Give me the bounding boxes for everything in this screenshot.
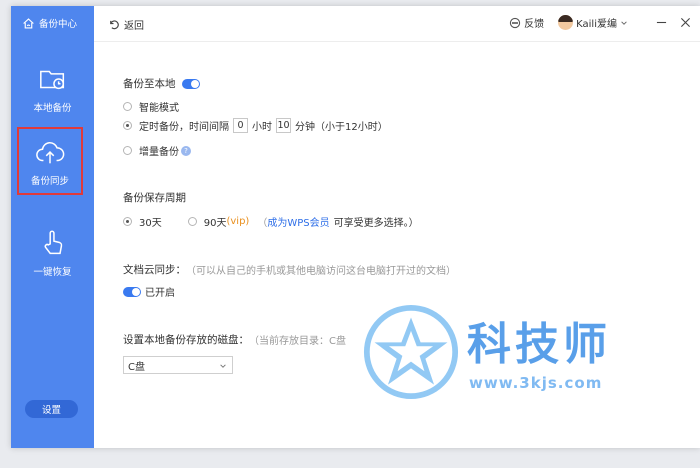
hours-input[interactable]: 0 (233, 118, 248, 133)
retention-30-label: 30天 (139, 218, 162, 229)
cloud-sync-toggle[interactable] (123, 286, 141, 297)
avatar (558, 15, 574, 30)
back-label: 返回 (124, 21, 144, 32)
sidebar-item-label: 备份同步 (30, 175, 69, 187)
sidebar: 备份中心 本地备份 备份同步 一键恢复 设置 (11, 6, 94, 448)
local-backup-title: 备份至本地 (123, 78, 176, 90)
cloud-sync-title: 文档云同步： (123, 264, 186, 276)
watermark-url: www.3kjs.com (469, 374, 603, 392)
incremental-backup-label: 增量备份 (139, 147, 179, 158)
minutes-unit: 分钟（小于12小时） (295, 122, 388, 133)
option-incremental-backup[interactable]: 增量备份 ? (123, 143, 191, 158)
cloud-sync-status: 已开启 (145, 288, 175, 299)
cloud-sync-hint: （可以从自己的手机或其他电脑访问这台电脑打开过的文档） (186, 266, 456, 277)
home-cloud-icon (23, 17, 34, 29)
smart-mode-radio[interactable] (123, 102, 132, 111)
chevron-down-icon (621, 20, 627, 25)
smart-mode-label: 智能模式 (139, 103, 179, 114)
feedback-button[interactable]: 反馈 (509, 15, 544, 30)
become-member-link[interactable]: 成为WPS会员 (267, 214, 329, 229)
retention-90-label: 90天 (203, 218, 227, 229)
folder-clock-icon (39, 70, 64, 90)
close-button[interactable] (678, 16, 692, 30)
hand-pointer-icon (44, 230, 62, 255)
local-backup-toggle[interactable] (181, 78, 200, 89)
sidebar-item-label: 一键恢复 (33, 267, 72, 278)
backup-center-window: 备份中心 本地备份 备份同步 一键恢复 设置 返回 反馈 Kaili爱编 备份至… (11, 6, 700, 448)
watermark-text: 科技师 (467, 319, 611, 370)
option-timed-backup[interactable]: 定时备份，时间间隔 0 小时 10 分钟（小于12小时） (123, 118, 388, 133)
disk-hint: （当前存放目录：C盘 (249, 336, 346, 347)
sidebar-item-local-backup[interactable]: 本地备份 (11, 64, 94, 114)
disk-select[interactable]: C盘 (123, 356, 233, 374)
top-bar: 返回 反馈 Kaili爱编 (94, 6, 700, 42)
timed-backup-label: 定时备份，时间间隔 (139, 122, 229, 133)
brand: 备份中心 (22, 16, 77, 30)
minutes-input[interactable]: 10 (276, 118, 291, 133)
vip-tag: (vip) (226, 216, 250, 227)
back-arrow-icon (110, 20, 119, 30)
retention-hint-open: （ (257, 218, 268, 229)
brand-title: 备份中心 (39, 19, 78, 30)
hours-unit: 小时 (252, 122, 272, 133)
retention-30-radio[interactable] (123, 217, 132, 226)
cloud-sync-header: 文档云同步： （可以从自己的手机或其他电脑访问这台电脑打开过的文档） (123, 262, 456, 277)
feedback-label: 反馈 (524, 19, 545, 30)
sidebar-item-backup-sync[interactable]: 备份同步 (17, 127, 83, 195)
retention-hint-rest: 可享受更多选择。） (333, 218, 419, 229)
minimize-button[interactable] (654, 16, 668, 30)
retention-90-radio[interactable] (187, 217, 197, 226)
retention-title: 备份保存周期 (123, 192, 186, 204)
disk-header: 设置本地备份存放的磁盘： （当前存放目录：C盘 (123, 332, 346, 347)
sidebar-item-one-click-restore[interactable]: 一键恢复 (11, 228, 94, 278)
incremental-backup-radio[interactable] (123, 146, 132, 155)
local-backup-header: 备份至本地 (123, 76, 200, 91)
sidebar-item-label: 本地备份 (33, 103, 72, 114)
cloud-sync-status-row: 已开启 (123, 284, 175, 299)
cloud-upload-icon (36, 141, 65, 163)
top-right-controls: 反馈 Kaili爱编 (509, 15, 692, 30)
option-smart-mode[interactable]: 智能模式 (123, 99, 179, 114)
back-button[interactable]: 返回 (108, 17, 144, 32)
chat-bubble-icon (509, 17, 521, 28)
watermark: 科技师 www.3kjs.com (363, 304, 643, 404)
help-icon[interactable]: ? (181, 145, 191, 156)
disk-select-value: C盘 (128, 361, 145, 373)
timed-backup-radio[interactable] (123, 121, 132, 130)
settings-button[interactable]: 设置 (25, 400, 78, 418)
chevron-down-icon (220, 364, 226, 368)
star-logo-icon (363, 304, 459, 400)
user-menu[interactable]: Kaili爱编 (558, 15, 628, 30)
disk-title: 设置本地备份存放的磁盘： (123, 334, 249, 346)
close-icon (680, 17, 690, 28)
minimize-icon (656, 21, 666, 24)
user-name: Kaili爱编 (576, 19, 617, 30)
retention-options: 30天 90天 (vip) （ 成为WPS会员 可享受更多选择。） (123, 214, 419, 229)
retention-header: 备份保存周期 (123, 190, 186, 205)
